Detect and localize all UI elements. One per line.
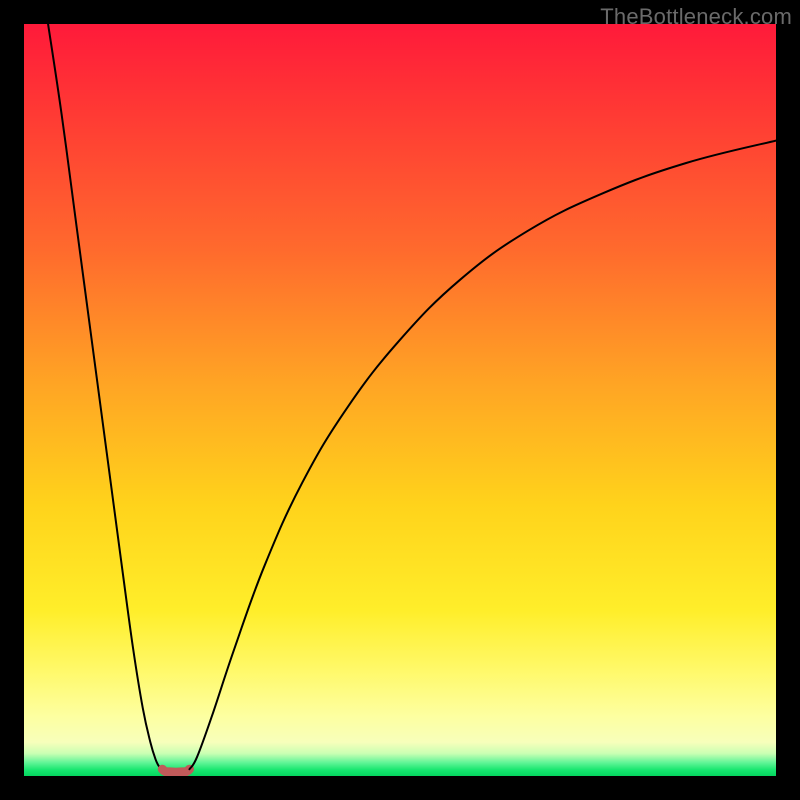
- chart-frame: TheBottleneck.com: [0, 0, 800, 800]
- watermark-text: TheBottleneck.com: [600, 4, 792, 30]
- plot-background-gradient: [24, 24, 776, 776]
